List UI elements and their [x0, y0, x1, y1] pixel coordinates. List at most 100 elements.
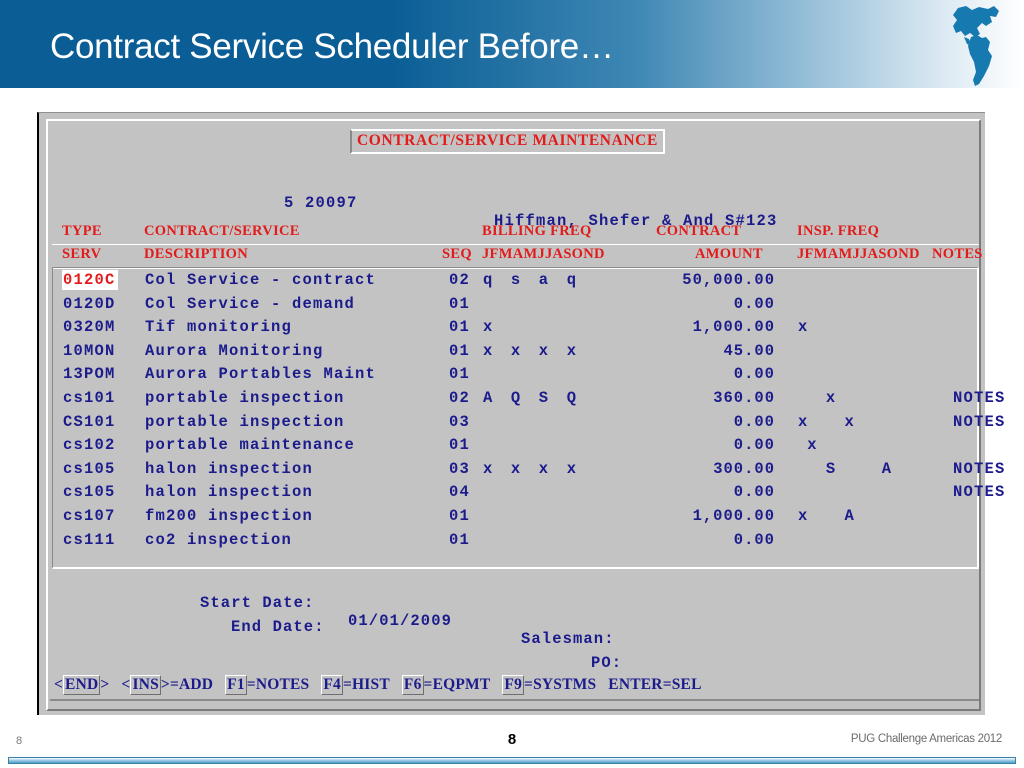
row-sequence: 01	[449, 507, 471, 525]
row-type-code[interactable]: 0120D	[63, 295, 116, 313]
row-billing-freq	[483, 507, 595, 525]
table-row[interactable]: cs111 co2 inspection 01 0.00	[53, 529, 976, 553]
table-row[interactable]: 0120D Col Service - demand 01 0.00	[53, 293, 976, 317]
row-notes-flag[interactable]: NOTES	[953, 460, 1006, 478]
fkey-end-open: <	[54, 676, 64, 693]
row-billing-freq	[483, 365, 595, 383]
function-key-bar: < END > < INS >=ADD F1 =NOTES F4 =HIST F6 =EQPMT F9 =…	[50, 675, 979, 701]
row-insp-freq: x	[798, 436, 910, 455]
row-insp-freq: S A	[798, 459, 910, 478]
fkey-f4-key[interactable]: F4	[321, 675, 344, 695]
table-row[interactable]: 13POM Aurora Portables Maint 01 0.00	[53, 363, 976, 387]
row-insp-freq: x	[798, 389, 910, 407]
contract-service-table[interactable]: 0120C Col Service - contract 02 q s a q 50,…	[52, 267, 1004, 569]
fkey-f6-key[interactable]: F6	[401, 675, 424, 695]
row-type-code[interactable]: cs102	[63, 436, 116, 454]
row-description: fm200 inspection	[145, 507, 314, 525]
row-notes-flag[interactable]: NOTES	[953, 389, 1006, 407]
row-contract-amount: 0.00	[733, 436, 775, 455]
fkey-f9-key[interactable]: F9	[502, 675, 525, 695]
fkey-ins-key[interactable]: INS	[130, 675, 161, 695]
table-row[interactable]: 0120C Col Service - contract 02 q s a q 50,…	[53, 269, 976, 293]
field-row-start: Start Date: 01/01/2009 Salesman:	[48, 576, 983, 648]
row-description: portable inspection	[145, 412, 345, 431]
fkey-ins[interactable]: < INS >=ADD	[121, 675, 213, 695]
fkey-end-key[interactable]: END	[63, 675, 101, 695]
fkey-f4[interactable]: F4 =HIST	[321, 675, 390, 695]
slide-canvas: Contract Service Scheduler Before… CONTR…	[0, 0, 1024, 768]
row-billing-freq	[483, 531, 595, 549]
row-type-code[interactable]: cs107	[63, 507, 116, 525]
row-insp-freq	[798, 271, 910, 289]
fkey-end[interactable]: < END >	[54, 675, 109, 695]
terminal-window: CONTRACT/SERVICE MAINTENANCE 5 20097 Hif…	[37, 112, 1004, 715]
row-contract-amount: 0.00	[733, 412, 775, 431]
row-description: Tif monitoring	[145, 318, 293, 337]
row-sequence: 02	[449, 271, 471, 289]
row-type-code[interactable]: cs105	[63, 483, 116, 501]
table-row[interactable]: 0320M Tif monitoring 01 x 1,000.00 x	[53, 316, 976, 340]
header-billing-freq: BILLING FREQ	[482, 223, 592, 239]
row-type-code[interactable]: 0320M	[63, 318, 116, 336]
row-notes-flag[interactable]: NOTES	[953, 413, 1006, 431]
fkey-enter[interactable]: ENTER=SEL	[608, 676, 701, 694]
contract-detail-fields: Start Date: 01/01/2009 Salesman: End Dat…	[48, 576, 983, 672]
table-row[interactable]: cs105 halon inspection 04 0.00 NOTES	[53, 481, 1004, 505]
header-notes: NOTES	[932, 246, 983, 262]
row-insp-freq	[798, 531, 910, 549]
row-type-code[interactable]: 10MON	[63, 342, 116, 360]
header-row-2: SERV DESCRIPTION SEQ JFMAMJJASOND AMOUNT…	[52, 244, 982, 269]
row-billing-freq	[483, 295, 595, 313]
page-title: Contract Service Scheduler Before…	[50, 27, 614, 66]
fkey-ins-open: <	[121, 676, 131, 693]
row-billing-freq	[483, 413, 595, 431]
fkey-f1[interactable]: F1 =NOTES	[225, 675, 309, 695]
fkey-f9-label: =SYSTMS	[524, 676, 597, 693]
table-row[interactable]: cs101 portable inspection 02 A Q S Q 360.00…	[53, 387, 1004, 411]
table-row[interactable]: cs105 halon inspection 03 x x x x 300.00 S …	[53, 458, 1004, 482]
table-row[interactable]: cs102 portable maintenance 01 0.00 x	[53, 434, 976, 458]
row-billing-freq	[483, 483, 595, 501]
row-description: halon inspection	[145, 459, 314, 478]
row-type-code[interactable]: cs111	[63, 531, 116, 549]
row-billing-freq	[483, 436, 595, 454]
row-type-code[interactable]: CS101	[63, 413, 116, 431]
fkey-f9[interactable]: F9 =SYSTMS	[502, 675, 596, 695]
row-description: Aurora Portables Maint	[145, 365, 377, 384]
row-sequence: 01	[449, 365, 471, 384]
row-insp-freq	[798, 295, 910, 313]
table-row[interactable]: CS101 portable inspection 03 0.00 x x NOTES	[53, 411, 1004, 435]
salesman-label: Salesman:	[521, 630, 615, 648]
terminal-screen: CONTRACT/SERVICE MAINTENANCE 5 20097 Hif…	[46, 119, 1004, 711]
row-insp-freq: x A	[798, 507, 910, 525]
row-billing-freq: x	[483, 318, 595, 337]
americas-map-icon	[953, 6, 999, 86]
fkey-f6[interactable]: F6 =EQPMT	[401, 675, 491, 695]
conference-label: PUG Challenge Americas 2012	[850, 733, 1002, 745]
row-sequence: 04	[449, 483, 471, 502]
row-description: Aurora Monitoring	[145, 341, 324, 360]
fkey-ins-close: >=ADD	[160, 676, 214, 693]
row-type-code[interactable]: cs105	[63, 460, 116, 478]
row-contract-amount: 1,000.00	[692, 318, 775, 337]
end-date-label: End Date:	[231, 618, 325, 636]
row-description: portable inspection	[145, 389, 345, 407]
row-billing-freq: x x x x	[483, 459, 595, 478]
fkey-end-close: >	[100, 676, 110, 693]
table-row[interactable]: 10MON Aurora Monitoring 01 x x x x 45.00	[53, 340, 976, 364]
fkey-f4-label: =HIST	[343, 676, 390, 693]
fkey-f1-key[interactable]: F1	[225, 675, 247, 695]
table-row[interactable]: cs107 fm200 inspection 01 1,000.00 x A	[53, 505, 976, 529]
fkey-f1-label: =NOTES	[246, 676, 310, 693]
row-sequence: 01	[449, 530, 471, 549]
footer-divider	[8, 757, 1016, 764]
row-type-code[interactable]: 13POM	[63, 365, 116, 383]
row-type-code[interactable]: 0120C	[62, 270, 118, 290]
row-notes-flag[interactable]: NOTES	[953, 483, 1006, 501]
row-contract-amount: 0.00	[733, 365, 775, 384]
header-seq: SEQ	[442, 246, 472, 262]
row-billing-freq: A Q S Q	[483, 389, 595, 407]
row-type-code[interactable]: cs101	[63, 389, 116, 407]
row-billing-freq: q s a q	[483, 271, 595, 289]
row-insp-freq: x x	[798, 412, 910, 431]
